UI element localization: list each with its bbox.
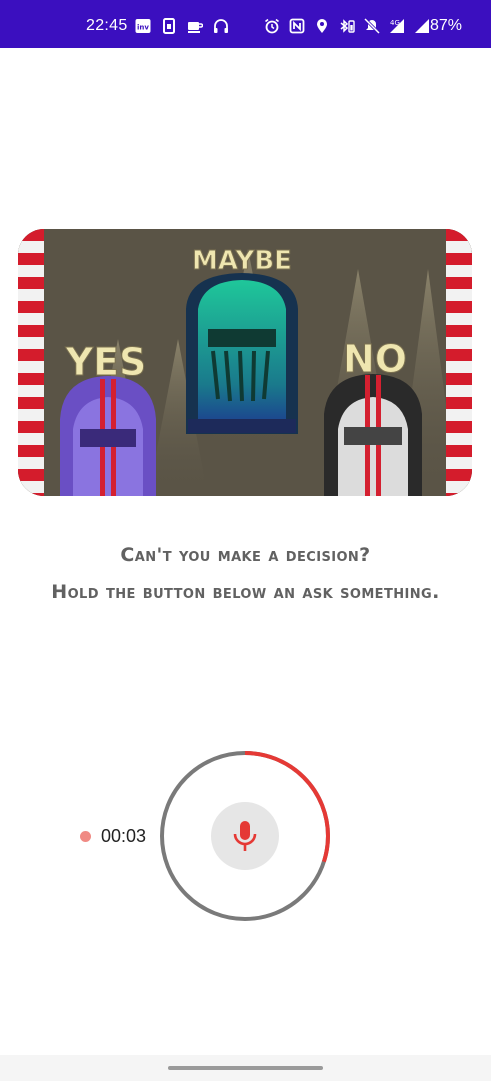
recording-timer: 00:03	[101, 826, 147, 846]
nfc-icon	[289, 18, 305, 34]
label-maybe: MAYBE	[192, 246, 292, 276]
right-barrier	[446, 229, 472, 496]
black-car	[324, 374, 422, 496]
home-gesture-handle[interactable]	[168, 1066, 323, 1070]
svg-text:inv: inv	[137, 24, 149, 32]
network-label: 4G	[390, 19, 400, 27]
coffee-icon	[187, 18, 204, 34]
alarm-icon	[264, 18, 280, 34]
instruction-text: Can't you make a decision? Hold the butt…	[30, 537, 461, 611]
purple-car	[60, 376, 156, 496]
left-barrier	[18, 229, 44, 496]
recording-indicator-dot	[80, 831, 91, 842]
instruction-line-1: Can't you make a decision?	[120, 544, 371, 566]
hero-illustration: YES MAYBE NO	[18, 229, 472, 496]
bluetooth-battery-icon	[339, 18, 355, 34]
status-time: 22:45	[86, 17, 128, 34]
status-left-icons: inv	[135, 18, 229, 34]
instruction-line-2: Hold the button below an ask something.	[51, 581, 440, 603]
record-button[interactable]	[211, 802, 279, 870]
microphone-icon	[233, 821, 257, 851]
location-icon	[314, 18, 330, 34]
battery-percent: 87%	[430, 17, 463, 34]
status-right-icons: 4G	[264, 17, 430, 35]
inv-app-icon: inv	[135, 18, 151, 34]
signal-icon	[414, 18, 430, 34]
green-car	[186, 273, 298, 434]
headphones-icon	[213, 18, 229, 34]
status-bar: 22:45 inv 4G 87%	[0, 0, 491, 48]
mute-icon	[363, 17, 381, 35]
sim-icon	[161, 18, 177, 34]
signal-4g-icon: 4G	[389, 18, 405, 34]
